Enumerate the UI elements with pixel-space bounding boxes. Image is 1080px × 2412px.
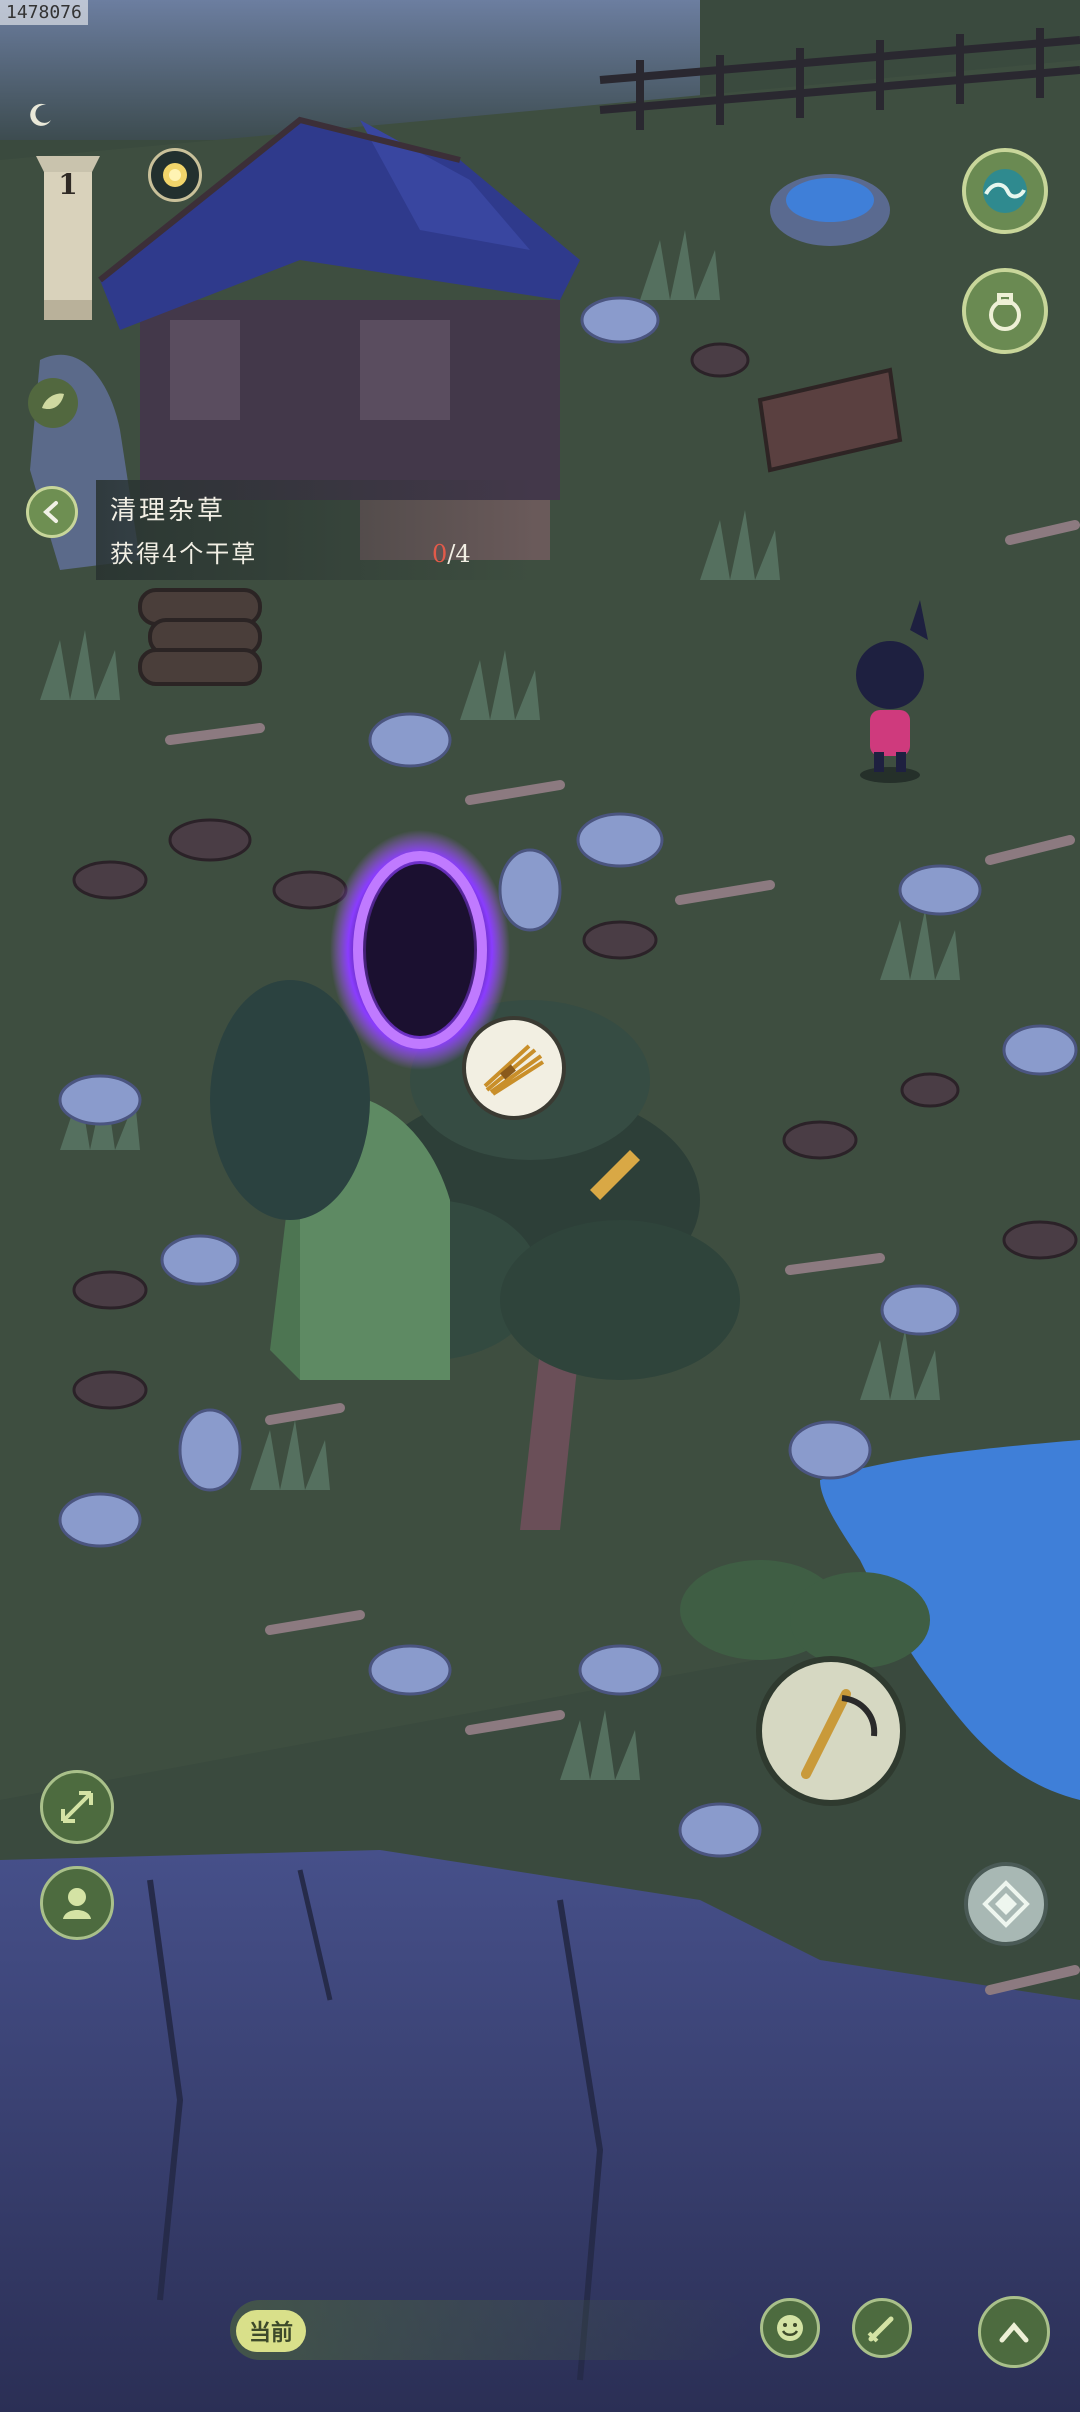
quest-progress-total: 4 bbox=[455, 540, 471, 568]
hay-bundle-icon[interactable] bbox=[462, 1016, 566, 1120]
quest-description: 获得4个干草 bbox=[110, 540, 258, 568]
debug-id: 1478076 bbox=[0, 0, 88, 25]
pouch-icon[interactable] bbox=[962, 268, 1048, 354]
chevron-left-icon[interactable] bbox=[26, 486, 78, 538]
quest-progress: 0/4 bbox=[432, 540, 471, 568]
log-pile bbox=[138, 588, 262, 686]
current-tag[interactable]: 当前 bbox=[236, 2310, 306, 2352]
leaf-icon[interactable] bbox=[28, 378, 78, 428]
bottom-chat-bar[interactable] bbox=[230, 2300, 750, 2360]
compass-icon[interactable] bbox=[964, 1862, 1048, 1946]
expand-arrows-icon[interactable] bbox=[40, 1770, 114, 1844]
level-number: 1 bbox=[58, 168, 78, 201]
level-tablet[interactable]: 1 bbox=[36, 150, 100, 320]
quest-panel[interactable]: 清理杂草 获得4个干草 0/4 bbox=[96, 480, 536, 580]
crescent-moon-icon bbox=[28, 102, 54, 128]
quest-progress-current: 0 bbox=[432, 540, 448, 568]
sun-coin-icon[interactable] bbox=[148, 148, 202, 202]
character-icon[interactable] bbox=[40, 1866, 114, 1940]
well[interactable] bbox=[770, 174, 890, 246]
smile-icon[interactable] bbox=[760, 2298, 820, 2358]
game-scene[interactable] bbox=[0, 0, 1080, 2412]
quest-title: 清理杂草 bbox=[110, 496, 227, 526]
wave-icon[interactable] bbox=[962, 148, 1048, 234]
brush-icon[interactable] bbox=[852, 2298, 912, 2358]
chevron-up-icon[interactable] bbox=[978, 2296, 1050, 2368]
scythe-icon[interactable] bbox=[756, 1656, 906, 1806]
